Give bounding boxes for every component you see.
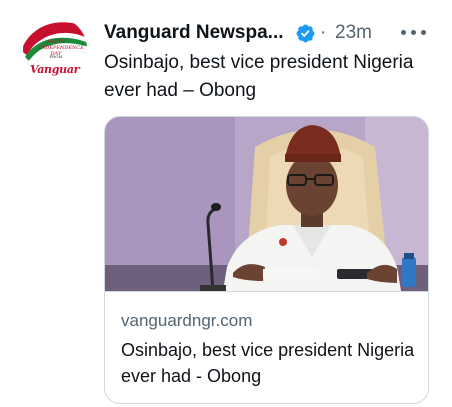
article-photo	[105, 117, 428, 291]
avatar[interactable]: HAPPY INDEPENDENCE DAY FROM Vanguard	[23, 17, 87, 81]
link-card[interactable]: vanguardngr.com Osinbajo, best vice pres…	[104, 116, 429, 404]
more-horizontal-icon[interactable]	[401, 30, 431, 36]
avatar-greeting-line3: FROM	[49, 54, 63, 59]
more-dot	[421, 30, 426, 35]
card-domain: vanguardngr.com	[121, 311, 253, 330]
header-separator: ·	[320, 22, 327, 43]
author-name[interactable]: Vanguard Newspa...	[104, 21, 284, 45]
tweet-header: Vanguard Newspa... · 23m	[104, 21, 444, 45]
more-dot	[411, 30, 416, 35]
tweet-text: Osinbajo, best vice president Nigeria ev…	[104, 52, 414, 101]
card-divider	[105, 291, 428, 292]
more-dot	[401, 30, 406, 35]
tweet[interactable]: HAPPY INDEPENDENCE DAY FROM Vanguard Van…	[0, 0, 452, 407]
vanguard-logo: Vanguard	[30, 63, 87, 76]
card-title: Osinbajo, best vice president Nigeria ev…	[121, 340, 415, 386]
verified-badge-icon	[296, 24, 315, 43]
timestamp[interactable]: 23m	[335, 21, 372, 45]
